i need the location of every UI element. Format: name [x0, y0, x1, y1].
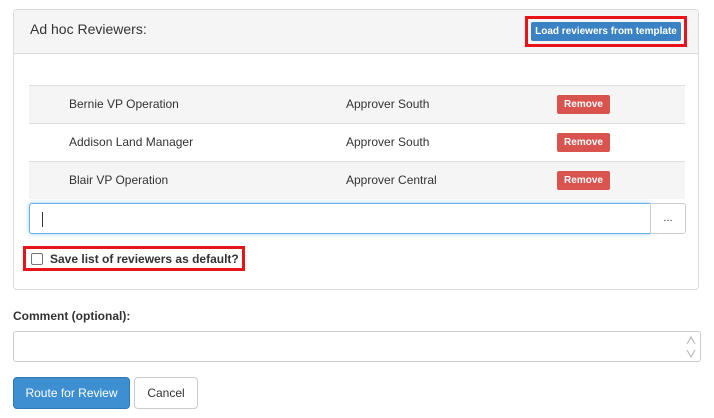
reviewer-name: Addison Land Manager — [69, 135, 194, 149]
reviewer-role: Approver South — [346, 135, 430, 149]
remove-reviewer-button[interactable]: Remove — [557, 171, 610, 190]
add-reviewer-input[interactable] — [29, 203, 651, 234]
reviewer-role: Approver Central — [346, 173, 437, 187]
panel-heading: Ad hoc Reviewers: Load reviewers from te… — [14, 10, 698, 54]
table-row: Addison Land Manager Approver South Remo… — [29, 123, 685, 161]
save-default-highlight: Save list of reviewers as default? — [23, 246, 245, 271]
reviewer-name: Bernie VP Operation — [69, 97, 179, 111]
add-reviewer-row: ... — [29, 203, 686, 234]
table-row: Blair VP Operation Approver Central Remo… — [29, 161, 685, 199]
remove-reviewer-button[interactable]: Remove — [557, 95, 610, 114]
comment-label: Comment (optional): — [13, 309, 131, 323]
ad-hoc-reviewers-panel: Ad hoc Reviewers: Load reviewers from te… — [13, 9, 699, 290]
save-default-checkbox[interactable] — [31, 253, 43, 265]
comment-textarea[interactable] — [13, 331, 701, 362]
load-reviewers-from-template-button[interactable]: Load reviewers from template — [531, 22, 681, 41]
text-caret — [42, 212, 43, 227]
cancel-button[interactable]: Cancel — [134, 377, 198, 409]
reviewer-table: Bernie VP Operation Approver South Remov… — [29, 85, 685, 199]
route-for-review-button[interactable]: Route for Review — [13, 377, 130, 409]
reviewer-name: Blair VP Operation — [69, 173, 169, 187]
save-default-label[interactable]: Save list of reviewers as default? — [50, 252, 239, 266]
remove-reviewer-button[interactable]: Remove — [557, 133, 610, 152]
panel-title: Ad hoc Reviewers: — [30, 21, 147, 37]
load-template-highlight: Load reviewers from template — [525, 16, 687, 47]
reviewer-role: Approver South — [346, 97, 430, 111]
browse-reviewers-button[interactable]: ... — [650, 203, 686, 234]
up-down-arrows-icon[interactable] — [684, 333, 698, 361]
table-row: Bernie VP Operation Approver South Remov… — [29, 85, 685, 123]
